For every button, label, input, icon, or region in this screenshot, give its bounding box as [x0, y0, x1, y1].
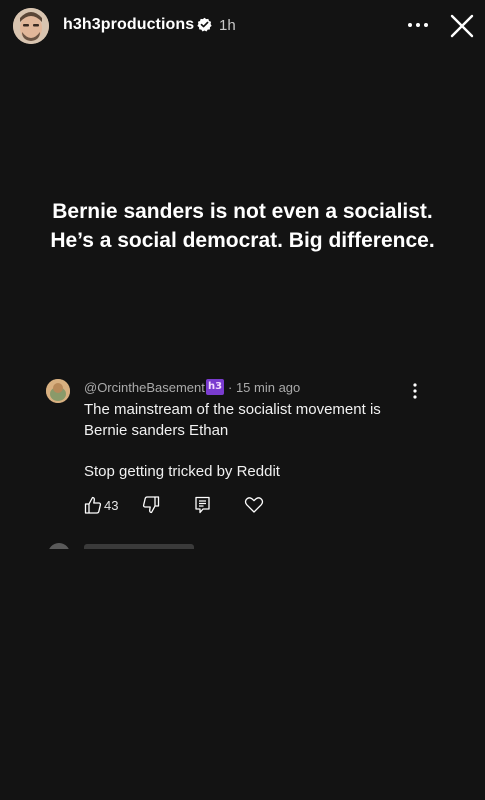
dislike-button — [142, 495, 160, 517]
story-text-line: Bernie sanders is not even a socialist. — [52, 200, 433, 223]
story-text-line: He’s a social democrat. Big difference. — [50, 229, 435, 252]
comment-actions: 43 — [84, 495, 284, 517]
commenter-avatar — [46, 379, 70, 403]
story-time: 1h — [219, 17, 236, 34]
member-badge-text: h3 — [207, 381, 223, 392]
verified-badge-icon — [197, 17, 212, 32]
comment-text-line — [84, 441, 424, 462]
comment-author: @OrcintheBasement — [84, 380, 205, 395]
like-button: 43 — [84, 495, 124, 517]
thumbs-up-icon — [84, 496, 102, 514]
more-options-icon[interactable] — [404, 14, 432, 36]
reply-icon — [194, 495, 212, 517]
comment-screenshot: @OrcintheBasement h3 · 15 min ago The ma… — [0, 372, 485, 562]
comment-time: · 15 min ago — [228, 380, 301, 395]
member-badge: h3 — [206, 379, 224, 395]
comment-text-line: Stop getting tricked by Reddit — [84, 462, 280, 480]
heart-icon — [244, 495, 264, 517]
comment-text-line: Bernie sanders Ethan — [84, 421, 229, 439]
vertical-dots-icon — [408, 382, 422, 400]
close-icon[interactable] — [446, 10, 478, 42]
next-comment-avatar — [48, 543, 70, 549]
next-comment-author-cropped — [84, 544, 194, 549]
story-text: Bernie sanders is not even a socialist. … — [20, 197, 465, 255]
username[interactable]: h3h3productions — [63, 16, 194, 34]
like-count: 43 — [104, 498, 119, 513]
comment-text-line: The mainstream of the socialist movement… — [84, 401, 381, 418]
story-header: h3h3productions 1h — [0, 0, 485, 52]
next-comment-cropped — [46, 543, 246, 549]
thumbs-down-icon — [142, 496, 160, 514]
profile-avatar[interactable] — [13, 8, 49, 44]
comment-text: The mainstream of the socialist movement… — [84, 400, 424, 482]
